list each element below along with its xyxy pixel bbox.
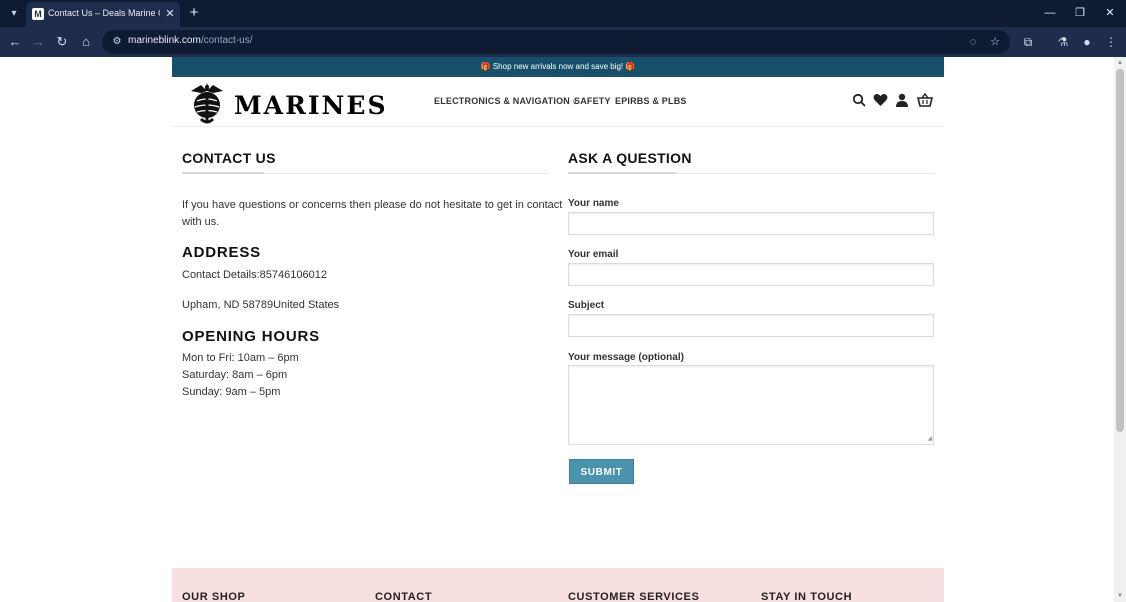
scroll-up-icon[interactable]: ▲ bbox=[1116, 59, 1124, 67]
footer-customer-services: CUSTOMER SERVICES bbox=[568, 591, 700, 602]
nav-safety[interactable]: SAFETY bbox=[574, 96, 611, 106]
footer-our-shop: OUR SHOP bbox=[182, 591, 246, 602]
profile-icon[interactable]: ● bbox=[1079, 34, 1095, 50]
scroll-down-icon[interactable]: ▼ bbox=[1116, 592, 1124, 600]
close-window-icon[interactable]: ✕ bbox=[1103, 6, 1117, 20]
back-icon[interactable]: ← bbox=[7, 34, 23, 50]
hours-weekdays: Mon to Fri: 10am – 6pm bbox=[182, 352, 299, 364]
hours-sunday: Sunday: 9am – 5pm bbox=[182, 386, 281, 398]
message-label: Your message (optional) bbox=[568, 352, 684, 363]
email-field[interactable] bbox=[568, 263, 934, 286]
logo-text: MARINES bbox=[234, 91, 388, 120]
forward-icon[interactable]: → bbox=[30, 34, 46, 50]
message-textarea[interactable]: ◢ bbox=[568, 365, 934, 445]
hours-saturday: Saturday: 8am – 6pm bbox=[182, 369, 288, 381]
minimize-icon[interactable]: — bbox=[1043, 6, 1057, 20]
reload-icon[interactable]: ↻ bbox=[54, 34, 70, 50]
url-text[interactable]: marineblink.com/contact-us/ bbox=[128, 35, 253, 46]
nav-electronics-navigation[interactable]: ELECTRONICS & NAVIGATION ∨ bbox=[434, 96, 577, 106]
browser-toolbar: ← → ↻ ⌂ ⚙ marineblink.com/contact-us/ ◌ … bbox=[0, 27, 1126, 57]
heart-icon[interactable] bbox=[872, 93, 888, 109]
opening-hours-heading: OPENING HOURS bbox=[182, 328, 320, 345]
site-header: MARINES ELECTRONICS & NAVIGATION ∨ SAFETY… bbox=[172, 77, 944, 127]
site-logo[interactable]: MARINES bbox=[183, 79, 403, 125]
page-viewport: 🎁 Shop new arrivals now and save big! 🎁 … bbox=[0, 57, 1114, 602]
footer-contact: CONTACT bbox=[375, 591, 433, 602]
contact-details: Contact Details:85746106012 bbox=[182, 269, 327, 281]
nav-epirbs-plbs[interactable]: EPIRBS & PLBS bbox=[615, 96, 687, 106]
browser-tab-active[interactable]: M Contact Us – Deals Marine Com ✕ bbox=[26, 2, 180, 27]
subject-field[interactable] bbox=[568, 314, 934, 337]
browser-tab-bar: ▾ M Contact Us – Deals Marine Com ✕ + — … bbox=[0, 0, 1126, 27]
address-heading: ADDRESS bbox=[182, 244, 261, 261]
new-tab-icon[interactable]: + bbox=[186, 4, 202, 22]
email-label: Your email bbox=[568, 249, 619, 260]
bookmark-star-icon[interactable]: ☆ bbox=[988, 35, 1002, 49]
basket-icon[interactable] bbox=[916, 92, 934, 109]
contact-intro-line1: If you have questions or concerns then p… bbox=[182, 199, 563, 211]
contact-us-title: CONTACT US bbox=[182, 150, 276, 166]
site-footer: OUR SHOP CONTACT CUSTOMER SERVICES STAY … bbox=[172, 568, 944, 602]
page-scrollbar[interactable]: ▲ ▼ bbox=[1114, 57, 1126, 602]
menu-icon[interactable]: ⋮ bbox=[1103, 34, 1119, 50]
address-text: Upham, ND 58789United States bbox=[182, 299, 340, 311]
eye-off-icon[interactable]: ◌ bbox=[966, 35, 980, 49]
subject-label: Subject bbox=[568, 300, 605, 311]
footer-stay-in-touch: STAY IN TOUCH bbox=[761, 591, 853, 602]
home-icon[interactable]: ⌂ bbox=[78, 34, 94, 50]
title-underline bbox=[568, 172, 676, 174]
restore-icon[interactable]: ❐ bbox=[1073, 6, 1087, 20]
gift-icon: 🎁 bbox=[625, 62, 636, 71]
resize-handle-icon[interactable]: ◢ bbox=[925, 436, 932, 443]
title-underline bbox=[182, 172, 264, 174]
scrollbar-thumb[interactable] bbox=[1116, 69, 1124, 432]
ask-question-title: ASK A QUESTION bbox=[568, 150, 692, 166]
contact-intro-line2: with us. bbox=[182, 216, 220, 228]
site-info-icon[interactable]: ⚙ bbox=[110, 35, 124, 49]
name-label: Your name bbox=[568, 198, 619, 209]
search-icon[interactable] bbox=[851, 93, 867, 109]
tab-title: Contact Us – Deals Marine Com bbox=[48, 8, 160, 18]
extensions-icon[interactable]: ⧉ bbox=[1020, 34, 1036, 50]
promo-text: Shop new arrivals now and save big! bbox=[492, 62, 624, 71]
favicon-icon: M bbox=[32, 8, 44, 20]
labs-icon[interactable]: ⚗ bbox=[1055, 34, 1071, 50]
eagle-globe-anchor-icon bbox=[191, 83, 223, 124]
gift-icon: 🎁 bbox=[480, 62, 491, 71]
address-bar[interactable]: ⚙ marineblink.com/contact-us/ ◌ ☆ bbox=[102, 30, 1010, 54]
name-field[interactable] bbox=[568, 212, 934, 235]
promo-banner: 🎁 Shop new arrivals now and save big! 🎁 bbox=[172, 57, 944, 77]
submit-button[interactable]: SUBMIT bbox=[569, 459, 634, 484]
tab-search-icon[interactable]: ▾ bbox=[6, 5, 22, 21]
close-tab-icon[interactable]: ✕ bbox=[164, 7, 176, 21]
user-icon[interactable] bbox=[894, 93, 910, 109]
